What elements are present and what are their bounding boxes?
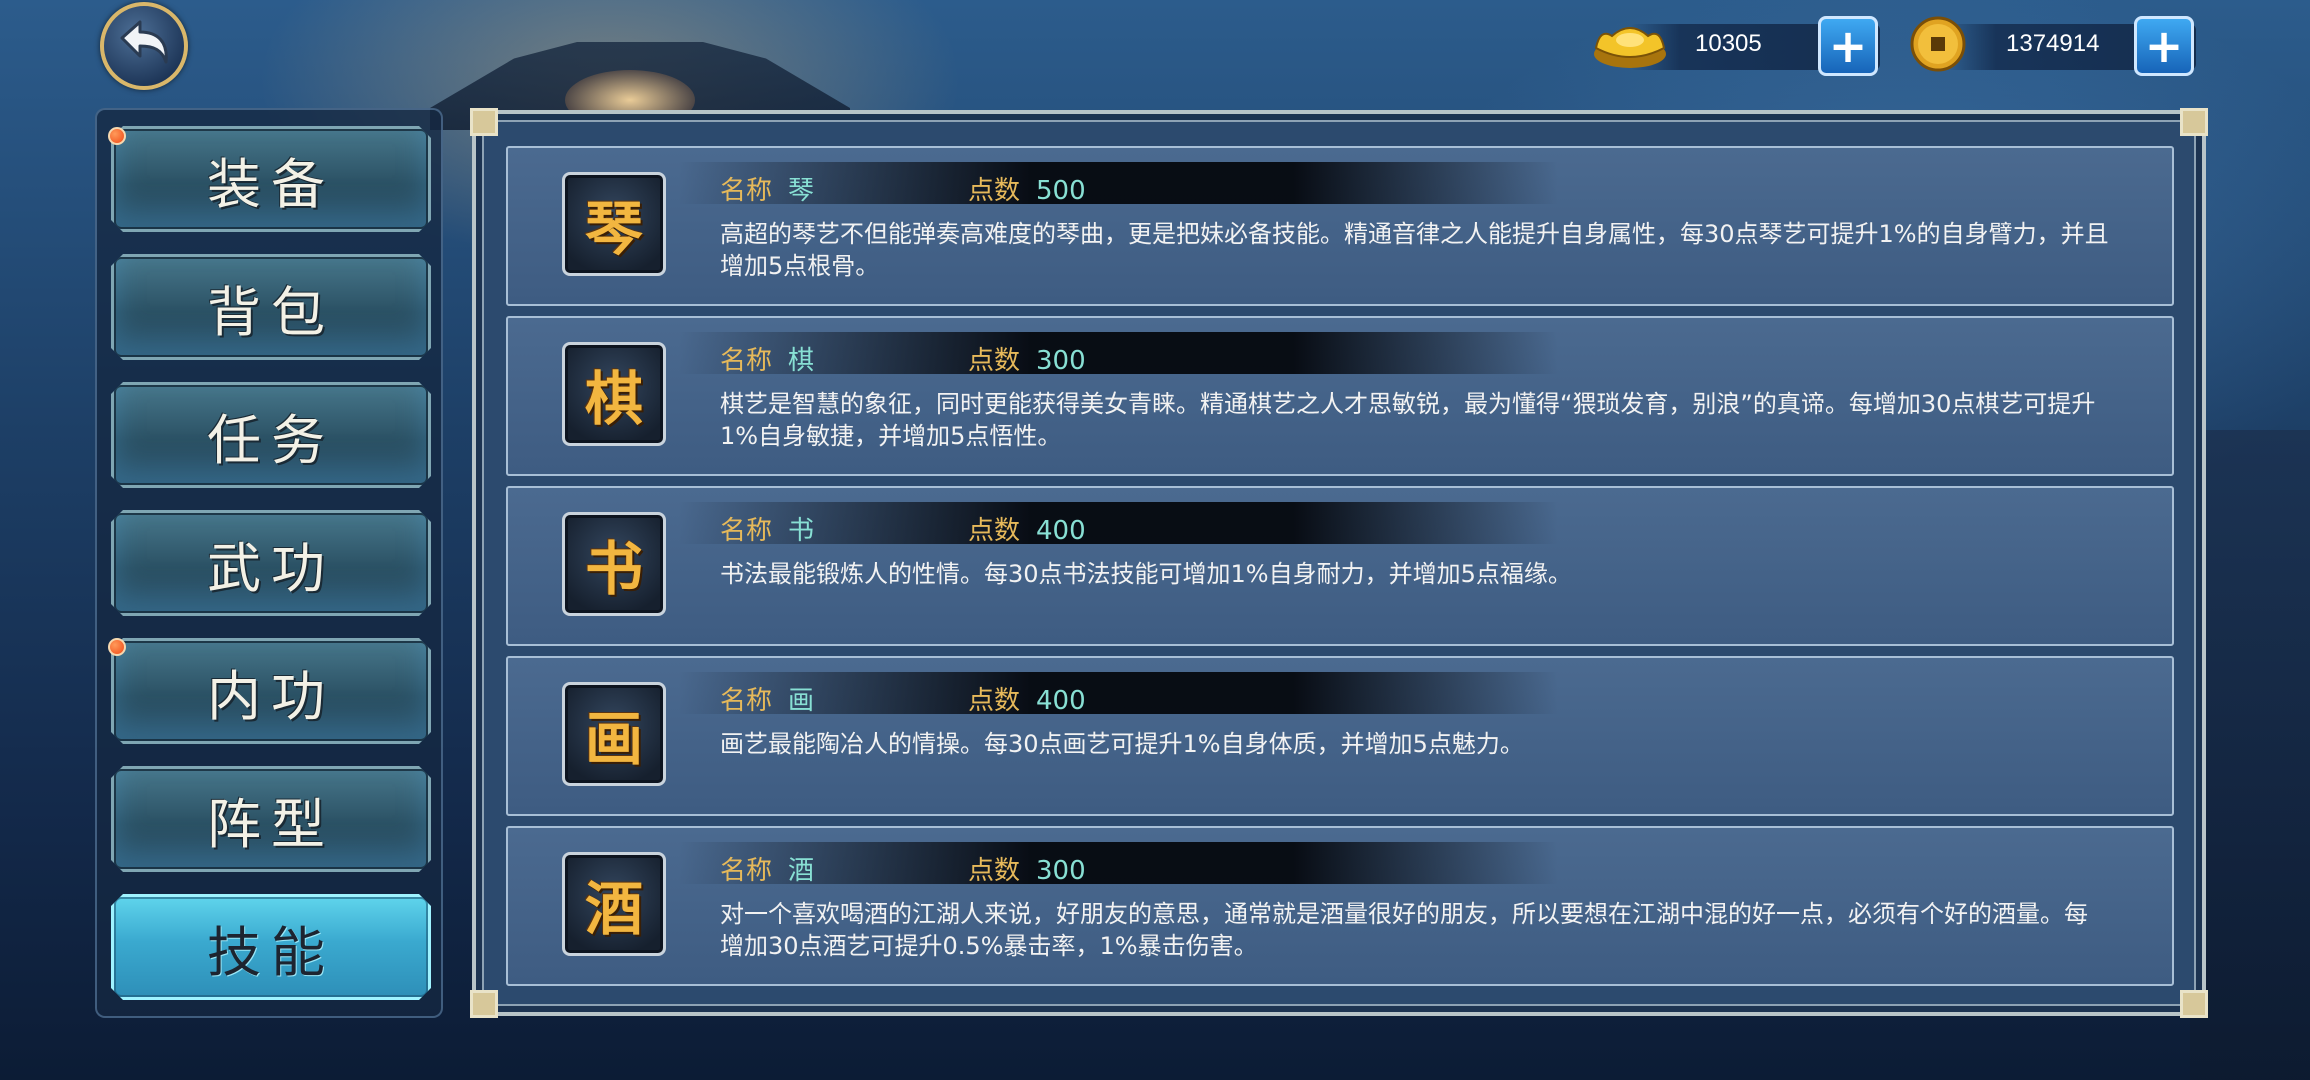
- add-coin-button[interactable]: +: [2134, 16, 2194, 76]
- name-label: 名称: [720, 176, 773, 206]
- points-label: 点数: [968, 176, 1021, 206]
- name-label: 名称: [720, 856, 773, 886]
- skills-panel: 琴 名称琴 点数 500 高超的琴艺不但能弹奏高难度的琴曲，更是把妹必备技能。精通…: [470, 108, 2208, 1018]
- skill-points: 点数 300: [968, 340, 1086, 377]
- points-value: 500: [1036, 176, 1086, 206]
- name-value: 棋: [788, 346, 815, 376]
- jiu-skill-icon: 酒: [562, 852, 666, 956]
- menu-item-label: 装备: [207, 152, 335, 216]
- skill-glyph: 书: [584, 535, 643, 603]
- name-value: 书: [788, 516, 815, 546]
- skill-glyph: 画: [584, 705, 643, 773]
- add-gold-button[interactable]: +: [1818, 16, 1878, 76]
- skill-glyph: 琴: [584, 195, 643, 263]
- points-label: 点数: [968, 686, 1021, 716]
- skill-name: 名称棋: [720, 340, 814, 377]
- skill-points: 点数 400: [968, 510, 1086, 547]
- menu-item-skills[interactable]: 技能: [111, 894, 431, 1000]
- points-value: 300: [1036, 856, 1086, 886]
- skill-name: 名称画: [720, 680, 814, 717]
- menu-item-label: 技能: [207, 920, 335, 984]
- qin-skill-icon: 琴: [562, 172, 666, 276]
- skill-description: 高超的琴艺不但能弹奏高难度的琴曲，更是把妹必备技能。精通音律之人能提升自身属性，…: [720, 220, 2109, 280]
- background-scenery: [2190, 430, 2310, 1080]
- skill-name: 名称琴: [720, 170, 814, 207]
- skill-name: 名称酒: [720, 850, 814, 887]
- menu-item-label: 阵型: [207, 792, 335, 856]
- points-label: 点数: [968, 856, 1021, 886]
- panel-corner-ornament: [470, 108, 498, 136]
- gold-ingot-icon: [1590, 14, 1670, 74]
- skill-description: 画艺最能陶冶人的情操。每30点画艺可提升1%自身体质，并增加5点魅力。: [720, 730, 1524, 758]
- skill-row-qin[interactable]: 琴 名称琴 点数 500 高超的琴艺不但能弹奏高难度的琴曲，更是把妹必备技能。精通…: [506, 146, 2174, 306]
- menu-item-label: 任务: [207, 408, 335, 472]
- skill-glyph: 棋: [584, 365, 643, 433]
- skill-row-jiu[interactable]: 酒 名称酒 点数 300 对一个喜欢喝酒的江湖人来说，好朋友的意思，通常就是酒量很…: [506, 826, 2174, 986]
- name-value: 画: [788, 686, 815, 716]
- menu-item-quests[interactable]: 任务: [111, 382, 431, 488]
- skills-screen: 10305 + 1374914 + 装备 背包 任务 武功 内功 阵型 技能 琴…: [0, 0, 2310, 1080]
- skill-row-hua[interactable]: 画 名称画 点数 400 画艺最能陶冶人的情操。每30点画艺可提升1%自身体质，并…: [506, 656, 2174, 816]
- gold-currency: 10305 +: [1590, 14, 1880, 76]
- name-label: 名称: [720, 346, 773, 376]
- plus-icon: +: [1828, 19, 1868, 73]
- copper-coin-icon: [1906, 14, 1986, 74]
- side-menu: 装备 背包 任务 武功 内功 阵型 技能: [95, 108, 443, 1018]
- skill-description: 棋艺是智慧的象征，同时更能获得美女青睐。精通棋艺之人才思敏锐，最为懂得“猥琐发育…: [720, 390, 2096, 450]
- skill-points: 点数 400: [968, 680, 1086, 717]
- plus-icon: +: [2144, 19, 2184, 73]
- menu-item-equipment[interactable]: 装备: [111, 126, 431, 232]
- menu-item-martial-arts[interactable]: 武功: [111, 510, 431, 616]
- skill-description: 对一个喜欢喝酒的江湖人来说，好朋友的意思，通常就是酒量很好的朋友，所以要想在江湖…: [720, 900, 2088, 960]
- name-value: 酒: [788, 856, 815, 886]
- menu-item-backpack[interactable]: 背包: [111, 254, 431, 360]
- menu-item-formation[interactable]: 阵型: [111, 766, 431, 872]
- panel-corner-ornament: [470, 990, 498, 1018]
- notification-badge: [108, 127, 126, 145]
- points-label: 点数: [968, 516, 1021, 546]
- points-label: 点数: [968, 346, 1021, 376]
- shu-skill-icon: 书: [562, 512, 666, 616]
- skill-points: 点数 300: [968, 850, 1086, 887]
- name-label: 名称: [720, 686, 773, 716]
- coin-value: 1374914: [2006, 30, 2100, 57]
- skill-description: 书法最能锻炼人的性情。每30点书法技能可增加1%自身耐力，并增加5点福缘。: [720, 560, 1572, 588]
- skill-row-shu[interactable]: 书 名称书 点数 400 书法最能锻炼人的性情。每30点书法技能可增加1%自身耐力…: [506, 486, 2174, 646]
- skill-name: 名称书: [720, 510, 814, 547]
- panel-corner-ornament: [2180, 990, 2208, 1018]
- skill-glyph: 酒: [584, 875, 643, 943]
- notification-badge: [108, 638, 126, 656]
- menu-item-label: 武功: [207, 536, 335, 600]
- name-label: 名称: [720, 516, 773, 546]
- back-arrow-icon: [120, 20, 168, 64]
- menu-item-label: 内功: [207, 664, 335, 728]
- coin-currency: 1374914 +: [1906, 14, 2196, 76]
- skill-row-qi[interactable]: 棋 名称棋 点数 300 棋艺是智慧的象征，同时更能获得美女青睐。精通棋艺之人才思…: [506, 316, 2174, 476]
- menu-item-label: 背包: [207, 280, 335, 344]
- points-value: 400: [1036, 516, 1086, 546]
- back-button[interactable]: [100, 2, 188, 90]
- menu-item-inner-power[interactable]: 内功: [111, 638, 431, 744]
- points-value: 400: [1036, 686, 1086, 716]
- skill-points: 点数 500: [968, 170, 1086, 207]
- qi-skill-icon: 棋: [562, 342, 666, 446]
- points-value: 300: [1036, 346, 1086, 376]
- hua-skill-icon: 画: [562, 682, 666, 786]
- gold-value: 10305: [1695, 30, 1762, 57]
- name-value: 琴: [788, 176, 815, 206]
- panel-corner-ornament: [2180, 108, 2208, 136]
